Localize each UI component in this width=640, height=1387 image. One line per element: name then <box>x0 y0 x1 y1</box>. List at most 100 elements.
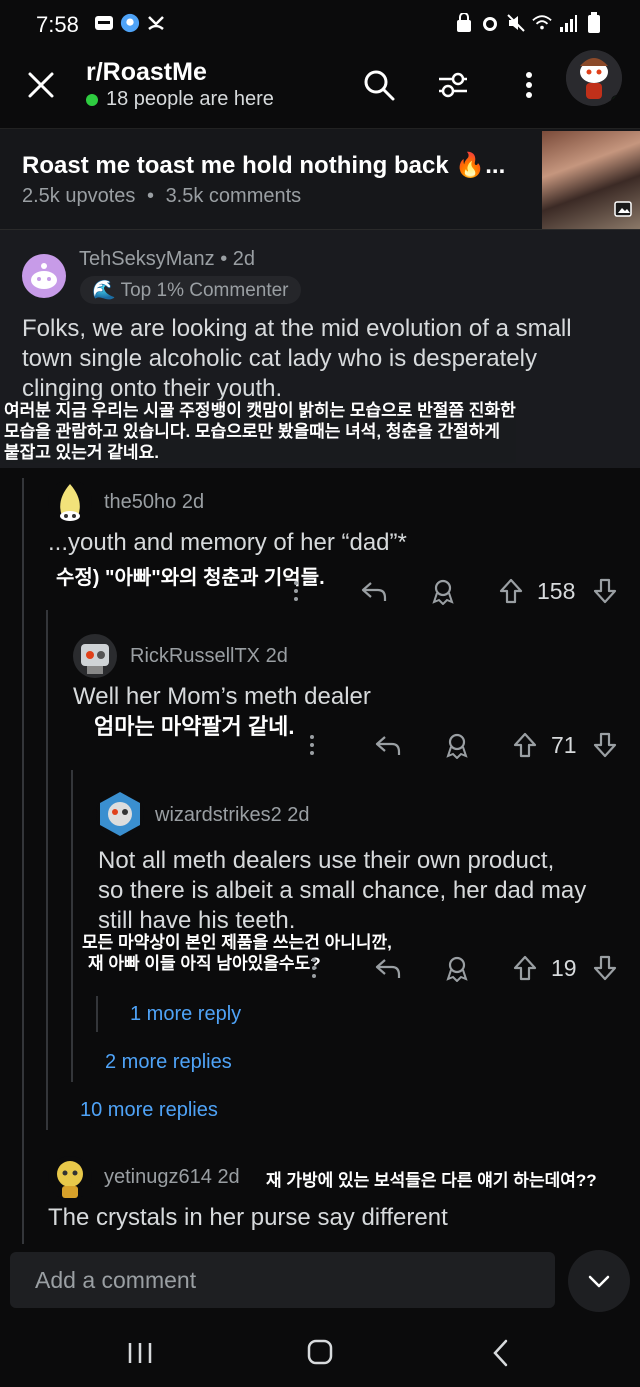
more-vertical-icon <box>526 72 532 98</box>
more-vertical-icon <box>312 958 316 978</box>
lock-icon <box>454 12 474 34</box>
comment-username[interactable]: TehSeksyManz <box>79 248 215 270</box>
upvote-arrow-icon <box>513 732 537 758</box>
upvote-button[interactable] <box>512 730 538 760</box>
comment-meta: the50ho 2d <box>104 491 204 514</box>
award-button[interactable] <box>444 953 470 983</box>
comment-age: 2d <box>287 804 310 826</box>
add-comment-placeholder: Add a comment <box>35 1267 197 1293</box>
comment-body: Well her Mom’s meth dealer <box>73 683 371 710</box>
gallery-icon <box>614 201 632 217</box>
comment-age: 2d <box>265 645 288 667</box>
more-vertical-icon <box>310 735 314 755</box>
collapse-button[interactable] <box>568 1250 630 1312</box>
comment-body: Folks, we are looking at the mid evoluti… <box>22 314 622 404</box>
reply-button[interactable] <box>360 576 388 606</box>
avatar[interactable] <box>48 480 92 524</box>
comment-line: Not all meth dealers use their own produ… <box>98 847 555 874</box>
snoo-avatar-icon <box>60 484 80 521</box>
more-replies-link[interactable]: 1 more reply <box>130 1003 241 1026</box>
search-button[interactable] <box>362 68 396 102</box>
downvote-arrow-icon <box>593 955 617 981</box>
comment-username[interactable]: wizardstrikes2 <box>155 804 282 826</box>
location-icon <box>120 12 140 34</box>
add-comment-input[interactable]: Add a comment <box>10 1252 555 1308</box>
status-time: 7:58 <box>36 12 79 37</box>
upvote-button[interactable] <box>498 576 524 606</box>
user-avatar[interactable] <box>566 50 622 106</box>
home-icon <box>307 1339 333 1365</box>
reply-button[interactable] <box>374 730 402 760</box>
signal-icon <box>558 12 578 34</box>
comment-line: town single alcoholic cat lady who is de… <box>22 345 537 372</box>
back-button[interactable] <box>482 1338 522 1368</box>
comment-more-button[interactable] <box>306 730 318 760</box>
comment-actions: 71 <box>0 730 640 760</box>
translation-line: 붙잡고 있는거 같네요. <box>4 443 159 462</box>
more-replies-link[interactable]: 2 more replies <box>105 1051 232 1074</box>
comment-age: • 2d <box>220 248 255 270</box>
comment-meta: RickRussellTX 2d <box>130 645 288 668</box>
comment-highlighted: TehSeksyManz • 2d 🌊 Top 1% Commenter Fol… <box>0 230 640 468</box>
post-title[interactable]: Roast me toast me hold nothing back 🔥... <box>22 151 522 180</box>
comment-composer: Add a comment <box>0 1250 640 1320</box>
avatar[interactable] <box>96 790 144 838</box>
avatar[interactable] <box>48 1156 92 1200</box>
comment-username[interactable]: RickRussellTX <box>130 645 260 667</box>
recent-apps-icon <box>128 1343 152 1363</box>
alarm-icon <box>480 12 500 34</box>
comment-age: 2d <box>181 491 205 513</box>
subreddit-name[interactable]: r/RoastMe <box>86 58 207 87</box>
status-bar: 7:58 <box>0 0 640 50</box>
home-button[interactable] <box>300 1338 340 1368</box>
vote-count: 19 <box>551 954 577 981</box>
status-right-icons <box>454 12 604 34</box>
robot-avatar-icon <box>100 792 140 836</box>
robot-avatar-icon <box>81 644 109 674</box>
comment-body: Not all meth dealers use their own produ… <box>98 846 628 936</box>
recent-apps-button[interactable] <box>120 1338 160 1368</box>
comment-meta: wizardstrikes2 2d <box>155 804 310 827</box>
thread-line[interactable] <box>96 996 98 1032</box>
post-upvotes: 2.5k upvotes <box>22 185 136 207</box>
award-button[interactable] <box>430 576 456 606</box>
downvote-arrow-icon <box>593 578 617 604</box>
overflow-menu-button[interactable] <box>512 68 546 102</box>
avatar[interactable] <box>22 254 66 298</box>
reply-icon <box>375 959 401 978</box>
reply-icon <box>375 736 401 755</box>
thread-line[interactable] <box>71 770 73 1082</box>
reply-button[interactable] <box>374 953 402 983</box>
upvote-button[interactable] <box>512 953 538 983</box>
more-replies-link[interactable]: 10 more replies <box>80 1099 218 1122</box>
comment-body: ...youth and memory of her “dad”* <box>48 529 407 556</box>
award-icon <box>446 733 468 759</box>
upvote-arrow-icon <box>513 955 537 981</box>
translation-line: 여러분 지금 우리는 시골 주정뱅이 캣맘이 밝히는 모습으로 반절쯤 진화한 <box>4 401 516 420</box>
translation-overlay: 여러분 지금 우리는 시골 주정뱅이 캣맘이 밝히는 모습으로 반절쯤 진화한 … <box>4 400 516 463</box>
close-icon <box>28 72 54 98</box>
downvote-button[interactable] <box>592 576 618 606</box>
comment-list: TehSeksyManz • 2d 🌊 Top 1% Commenter Fol… <box>0 230 640 1250</box>
comment-more-button[interactable] <box>308 953 320 983</box>
chevron-down-icon <box>588 1275 610 1288</box>
app-header: r/RoastMe 18 people are here <box>0 50 640 128</box>
post-summary-card[interactable]: Roast me toast me hold nothing back 🔥...… <box>0 128 640 230</box>
downvote-button[interactable] <box>592 953 618 983</box>
award-button[interactable] <box>444 730 470 760</box>
comment-username[interactable]: the50ho <box>104 491 176 513</box>
avatar[interactable] <box>73 634 117 678</box>
close-button[interactable] <box>24 68 58 102</box>
online-dot-icon <box>86 93 98 106</box>
top-commenter-badge: 🌊 Top 1% Commenter <box>80 276 301 304</box>
post-thumbnail[interactable] <box>542 131 640 229</box>
filter-button[interactable] <box>436 68 470 102</box>
comment-more-button[interactable] <box>290 576 302 606</box>
more-vertical-icon <box>294 581 298 601</box>
thread-line[interactable] <box>46 610 48 1130</box>
status-left-icons <box>94 12 166 34</box>
search-icon <box>364 70 395 101</box>
upvote-arrow-icon <box>499 578 523 604</box>
comment-username[interactable]: yetinugz614 <box>104 1166 212 1188</box>
downvote-button[interactable] <box>592 730 618 760</box>
